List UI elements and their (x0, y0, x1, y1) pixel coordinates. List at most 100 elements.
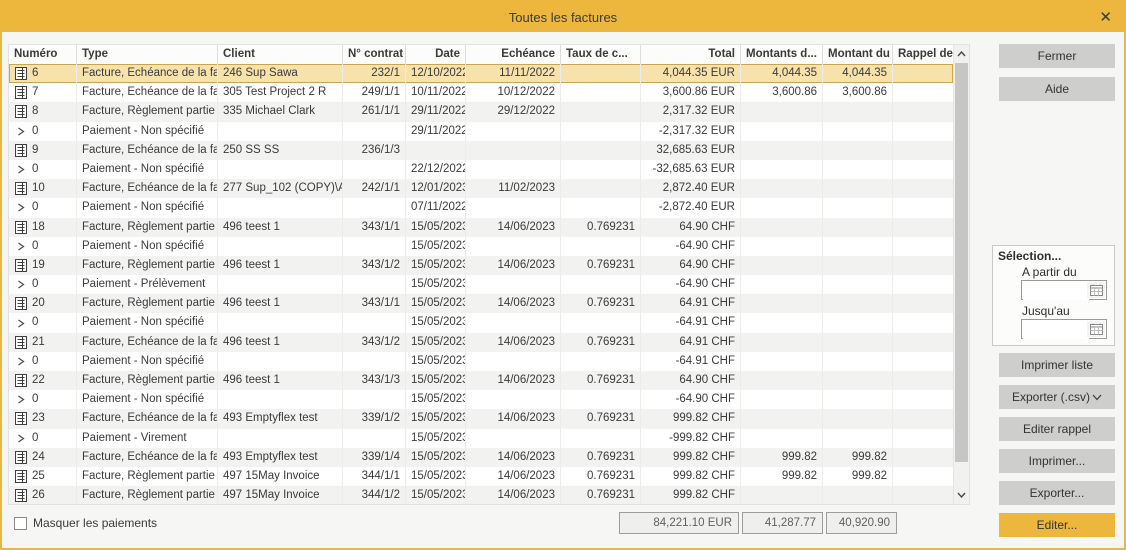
cell-date: 15/05/2023 (406, 332, 466, 352)
table-row[interactable]: 0 Paiement - Non spécifié 15/05/2023 -64.90… (9, 390, 953, 410)
vertical-scrollbar[interactable] (953, 45, 969, 504)
close-button[interactable]: Fermer (999, 44, 1115, 68)
scrollbar-thumb[interactable] (955, 63, 968, 462)
cell-montants (741, 313, 823, 333)
payment-chevron-icon[interactable] (14, 432, 27, 445)
table-row[interactable]: 19 Facture, Règlement partie 496 teest 1 34… (9, 255, 953, 276)
cell-type: Facture, Règlement partie (77, 294, 218, 314)
close-icon[interactable]: ✕ (1099, 2, 1112, 32)
hide-payments-label: Masquer les paiements (33, 516, 158, 530)
scroll-down-icon[interactable] (954, 487, 969, 503)
cell-date: 15/05/2023 (406, 236, 466, 256)
table-row[interactable]: 8 Facture, Règlement partie 335 Michael Cl… (9, 102, 953, 122)
table-row[interactable]: 0 Paiement - Non spécifié 22/12/2022 -32,68… (9, 159, 953, 180)
cell-date (406, 140, 466, 160)
cell-numero: 10 (9, 179, 77, 199)
table-row[interactable]: 0 Paiement - Non spécifié 29/11/2022 -2,317… (9, 121, 953, 141)
table-row[interactable]: 26 Facture, Règlement partie 497 15May Inv… (9, 486, 953, 504)
table-row[interactable]: 21 Facture, Echéance de la fa 496 teest 13… (9, 332, 953, 352)
cell-client (218, 351, 343, 371)
table-row[interactable]: 25 Facture, Règlement partie 497 15May Inv… (9, 466, 953, 487)
cell-echeance: 14/06/2023 (466, 486, 561, 504)
calendar-icon[interactable] (1087, 321, 1105, 337)
cell-echeance: 14/06/2023 (466, 466, 561, 487)
table-row[interactable]: 20 Facture, Règlement partie 496 teest 1 34… (9, 294, 953, 314)
column-header[interactable]: Client (218, 45, 343, 64)
cell-rappel (893, 122, 953, 141)
cell-montants (741, 217, 823, 237)
table-row[interactable]: 0 Paiement - Virement 15/05/2023 -999.82 CH… (9, 428, 953, 448)
column-header[interactable]: Echéance (466, 45, 561, 64)
invoice-number: 6 (32, 67, 39, 79)
column-header[interactable]: Total (641, 45, 741, 64)
cell-taux (561, 121, 641, 141)
grand-total-field: 84,221.10 EUR (619, 512, 739, 534)
payment-chevron-icon[interactable] (14, 240, 27, 253)
table-row[interactable]: 0 Paiement - Non spécifié 07/11/2022 -2,872… (9, 198, 953, 218)
payment-chevron-icon[interactable] (14, 278, 27, 291)
cell-contrat: 343/1/1 (343, 294, 406, 314)
payment-chevron-icon[interactable] (14, 317, 27, 330)
table-row[interactable]: 0 Paiement - Non spécifié 15/05/2023 -64.91… (9, 313, 953, 333)
payment-chevron-icon[interactable] (14, 163, 27, 176)
table-row[interactable]: 24 Facture, Echéance de la fa 493 Emptyfle… (9, 447, 953, 467)
column-header[interactable]: Numéro (9, 45, 77, 64)
column-header[interactable]: Type (77, 45, 218, 64)
from-date-input[interactable] (1023, 282, 1089, 300)
print-button[interactable]: Imprimer... (999, 449, 1115, 473)
cell-rappel (893, 429, 953, 448)
table-row[interactable]: 22 Facture, Règlement partie 496 teest 1 34… (9, 371, 953, 391)
column-header[interactable]: Montants d... (741, 45, 823, 64)
table-row[interactable]: 10 Facture, Echéance de la fa 277 Sup_102 … (9, 179, 953, 199)
column-header[interactable]: Taux de c... (561, 45, 641, 64)
table-row[interactable]: 6 Facture, Echéance de la fa 246 Sup Sawa 2… (9, 64, 953, 84)
cell-montant_du (823, 140, 893, 160)
cell-rappel (893, 102, 953, 121)
invoice-number: 19 (32, 258, 45, 271)
table-row[interactable]: 18 Facture, Règlement partie 496 teest 1 34… (9, 217, 953, 237)
cell-type: Paiement - Non spécifié (77, 390, 218, 410)
hide-payments-checkbox[interactable] (14, 516, 27, 530)
payment-chevron-icon[interactable] (14, 393, 27, 406)
payment-chevron-icon[interactable] (14, 201, 27, 214)
column-header[interactable]: N° contrat (343, 45, 406, 64)
calendar-icon[interactable] (1087, 282, 1105, 298)
payment-chevron-icon[interactable] (14, 125, 27, 138)
invoice-icon (14, 86, 27, 100)
help-button[interactable]: Aide (999, 77, 1115, 101)
to-date-input[interactable] (1023, 321, 1089, 339)
export-button[interactable]: Exporter... (999, 481, 1115, 505)
invoice-number: 7 (32, 86, 39, 99)
export-csv-button[interactable]: Exporter (.csv) (999, 385, 1115, 409)
table-row[interactable]: 0 Paiement - Non spécifié 15/05/2023 -64.90… (9, 236, 953, 256)
column-header[interactable]: Montant du (823, 45, 893, 64)
cell-echeance: 10/12/2022 (466, 83, 561, 103)
table-row[interactable]: 7 Facture, Echéance de la fa 305 Test Proj… (9, 83, 953, 103)
cell-client (218, 159, 343, 180)
cell-contrat (343, 275, 406, 295)
cell-montant_du: 3,600.86 (823, 83, 893, 103)
print-list-button[interactable]: Imprimer liste (999, 353, 1115, 377)
table-row[interactable]: 9 Facture, Echéance de la fa 250 SS SS 236/… (9, 140, 953, 160)
cell-total: 32,685.63 EUR (641, 140, 741, 160)
from-date-field[interactable] (1021, 280, 1107, 300)
payment-chevron-icon[interactable] (14, 355, 27, 368)
cell-montant_du (823, 486, 893, 504)
column-header[interactable]: Date (406, 45, 466, 64)
invoice-number: 8 (32, 105, 39, 118)
table-row[interactable]: 0 Paiement - Non spécifié 15/05/2023 -64.91… (9, 351, 953, 371)
table-row[interactable]: 23 Facture, Echéance de la fa 493 Emptyfle… (9, 409, 953, 429)
cell-contrat (343, 428, 406, 448)
to-date-field[interactable] (1021, 319, 1107, 339)
cell-client (218, 313, 343, 333)
cell-type: Facture, Echéance de la fa (77, 64, 218, 84)
scroll-up-icon[interactable] (954, 46, 969, 62)
table-row[interactable]: 0 Paiement - Prélèvement 15/05/2023 -64.90 … (9, 275, 953, 295)
all-invoices-dialog: Toutes les factures ✕ Numéro Type Client N°… (0, 0, 1126, 550)
cell-type: Facture, Echéance de la fa (77, 140, 218, 160)
edit-button[interactable]: Editer... (999, 513, 1115, 537)
edit-reminder-button[interactable]: Editer rappel (999, 417, 1115, 441)
cell-echeance (466, 390, 561, 410)
cell-type: Paiement - Non spécifié (77, 236, 218, 256)
cell-date: 29/11/2022 (406, 121, 466, 141)
